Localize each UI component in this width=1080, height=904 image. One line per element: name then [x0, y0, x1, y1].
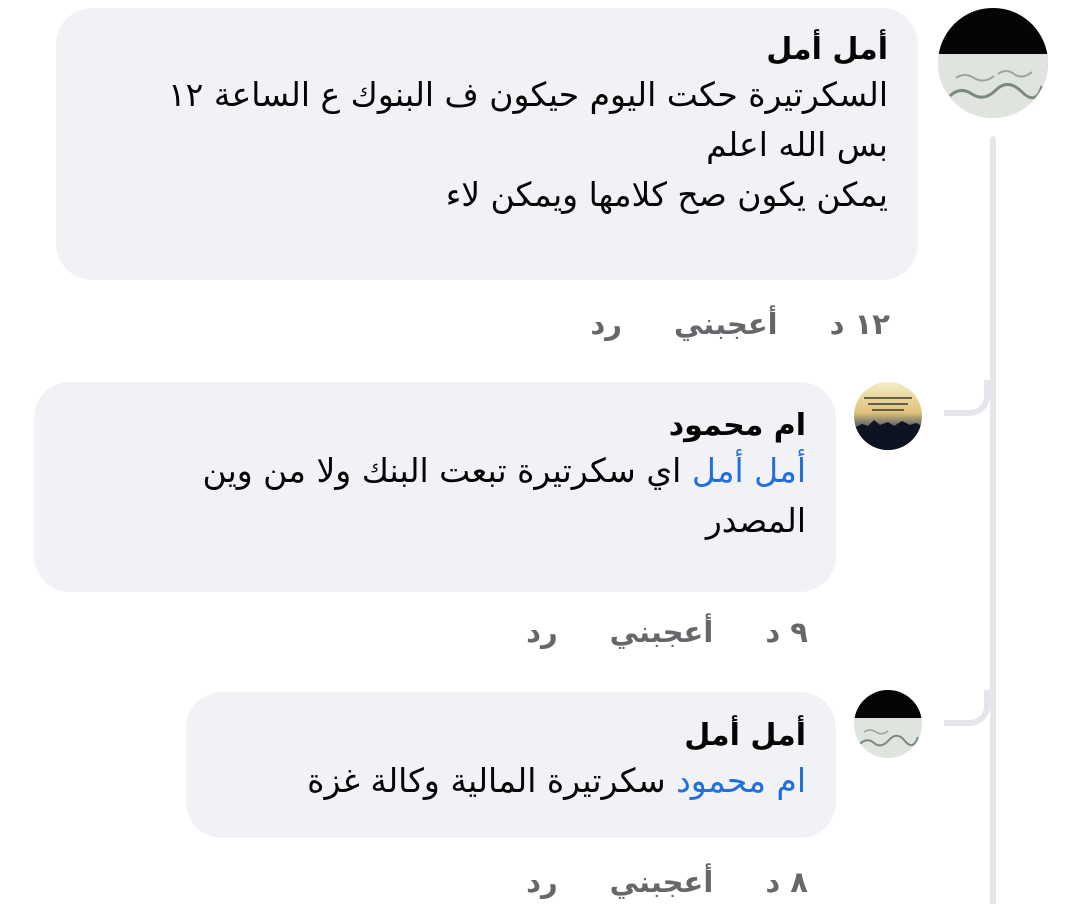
comment-thread: أمل أمل السكرتيرة حكت اليوم حيكون ف البن… [0, 0, 1080, 904]
comment-bubble: ام محمود أمل أمل اي سكرتيرة تبعت البنك و… [34, 382, 836, 592]
thread-branch [944, 690, 990, 726]
thread-branch [944, 380, 990, 416]
avatar[interactable] [854, 382, 922, 450]
mention-link[interactable]: أمل أمل [692, 451, 806, 490]
comment-actions: ٨ د أعجبني رد [526, 864, 808, 900]
comment-text: اي سكرتيرة تبعت البنك ولا من وين [202, 451, 692, 490]
comment-time[interactable]: ٨ د [765, 864, 808, 900]
comment-text-line: بس الله اعلم [706, 125, 888, 164]
avatar[interactable] [938, 8, 1048, 118]
comment-actions: ١٢ د أعجبني رد [590, 306, 890, 342]
like-button[interactable]: أعجبني [610, 864, 714, 900]
reply-button[interactable]: رد [590, 306, 622, 342]
comment-text-line: ام محمود سكرتيرة المالية وكالة غزة [210, 756, 806, 806]
like-button[interactable]: أعجبني [674, 306, 778, 342]
comment-text: سكرتيرة المالية وكالة غزة [307, 761, 677, 800]
comment-bubble: أمل أمل السكرتيرة حكت اليوم حيكون ف البن… [56, 8, 918, 280]
comment-text-line: السكرتيرة حكت اليوم حيكون ف البنوك ع الس… [167, 75, 888, 114]
comment-time[interactable]: ٩ د [765, 614, 808, 650]
reply-button[interactable]: رد [526, 864, 558, 900]
comment-text-line: يمكن يكون صح كلامها ويمكن لاء [445, 175, 888, 214]
reply-button[interactable]: رد [526, 614, 558, 650]
comment-author[interactable]: أمل أمل [80, 30, 888, 70]
avatar[interactable] [854, 690, 922, 758]
comment-text-line: أمل أمل اي سكرتيرة تبعت البنك ولا من وين [58, 446, 806, 496]
comment-time[interactable]: ١٢ د [830, 306, 890, 342]
mention-link[interactable]: ام محمود [676, 761, 806, 800]
thread-line [990, 136, 996, 904]
comment-bubble: أمل أمل ام محمود سكرتيرة المالية وكالة غ… [186, 692, 836, 838]
comment-text-line: المصدر [705, 501, 806, 540]
comment-author[interactable]: ام محمود [58, 406, 806, 446]
like-button[interactable]: أعجبني [610, 614, 714, 650]
comment-actions: ٩ د أعجبني رد [526, 614, 808, 650]
comment-author[interactable]: أمل أمل [210, 716, 806, 756]
